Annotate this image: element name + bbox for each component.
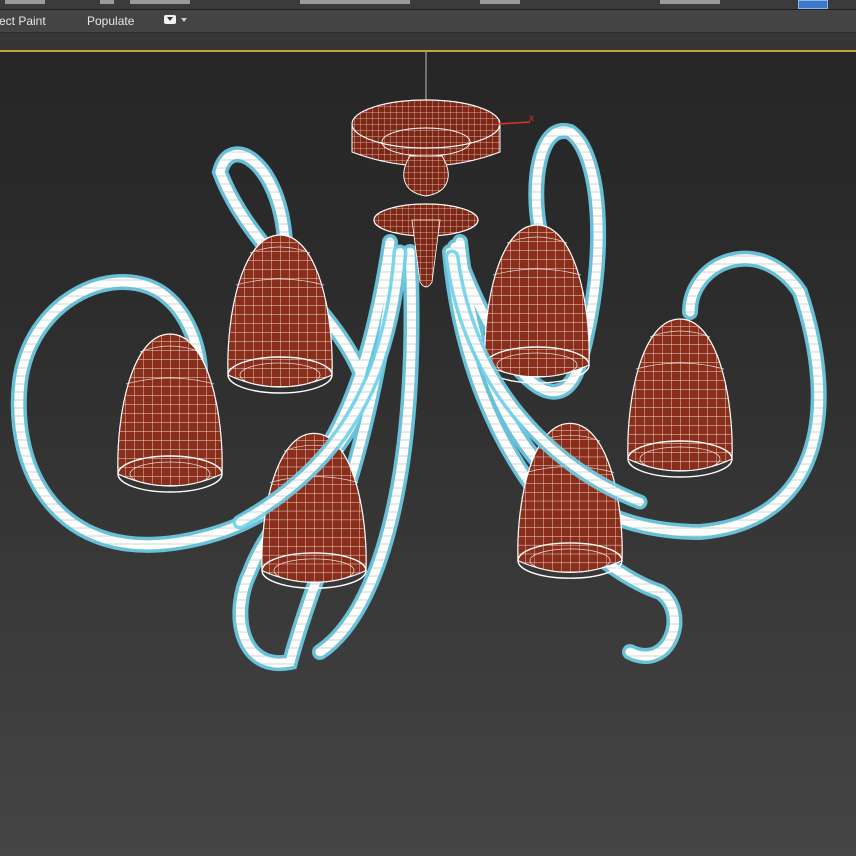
lamp-shade-right [627,318,733,478]
toolbar-fragment [480,0,520,4]
lamp-shade-back-left [227,234,333,394]
transform-gizmo[interactable]: x [497,113,534,125]
ribbon-dropdown-button[interactable] [164,13,188,27]
toolbar-fragment [300,0,410,4]
main-toolbar-strip [0,0,856,10]
perspective-viewport[interactable]: x [0,50,856,856]
ceiling-canopy [351,99,501,288]
ribbon-bar: ect Paint Populate [0,10,856,33]
toolbar-fragment [5,0,45,4]
maximize-toggle-icon[interactable] [798,0,828,9]
tab-populate[interactable]: Populate [87,13,134,29]
chevron-down-icon [181,18,187,22]
ribbon-panel-area [0,33,856,50]
gizmo-axis-label: x [529,113,534,124]
chandelier-model[interactable]: x [0,52,856,856]
tab-object-paint[interactable]: ect Paint [0,13,46,29]
toolbar-fragment [130,0,190,4]
toolbar-fragment [660,0,720,4]
dropdown-icon [164,15,176,24]
lamp-shade-back-right [484,224,590,384]
toolbar-fragment [100,0,114,4]
